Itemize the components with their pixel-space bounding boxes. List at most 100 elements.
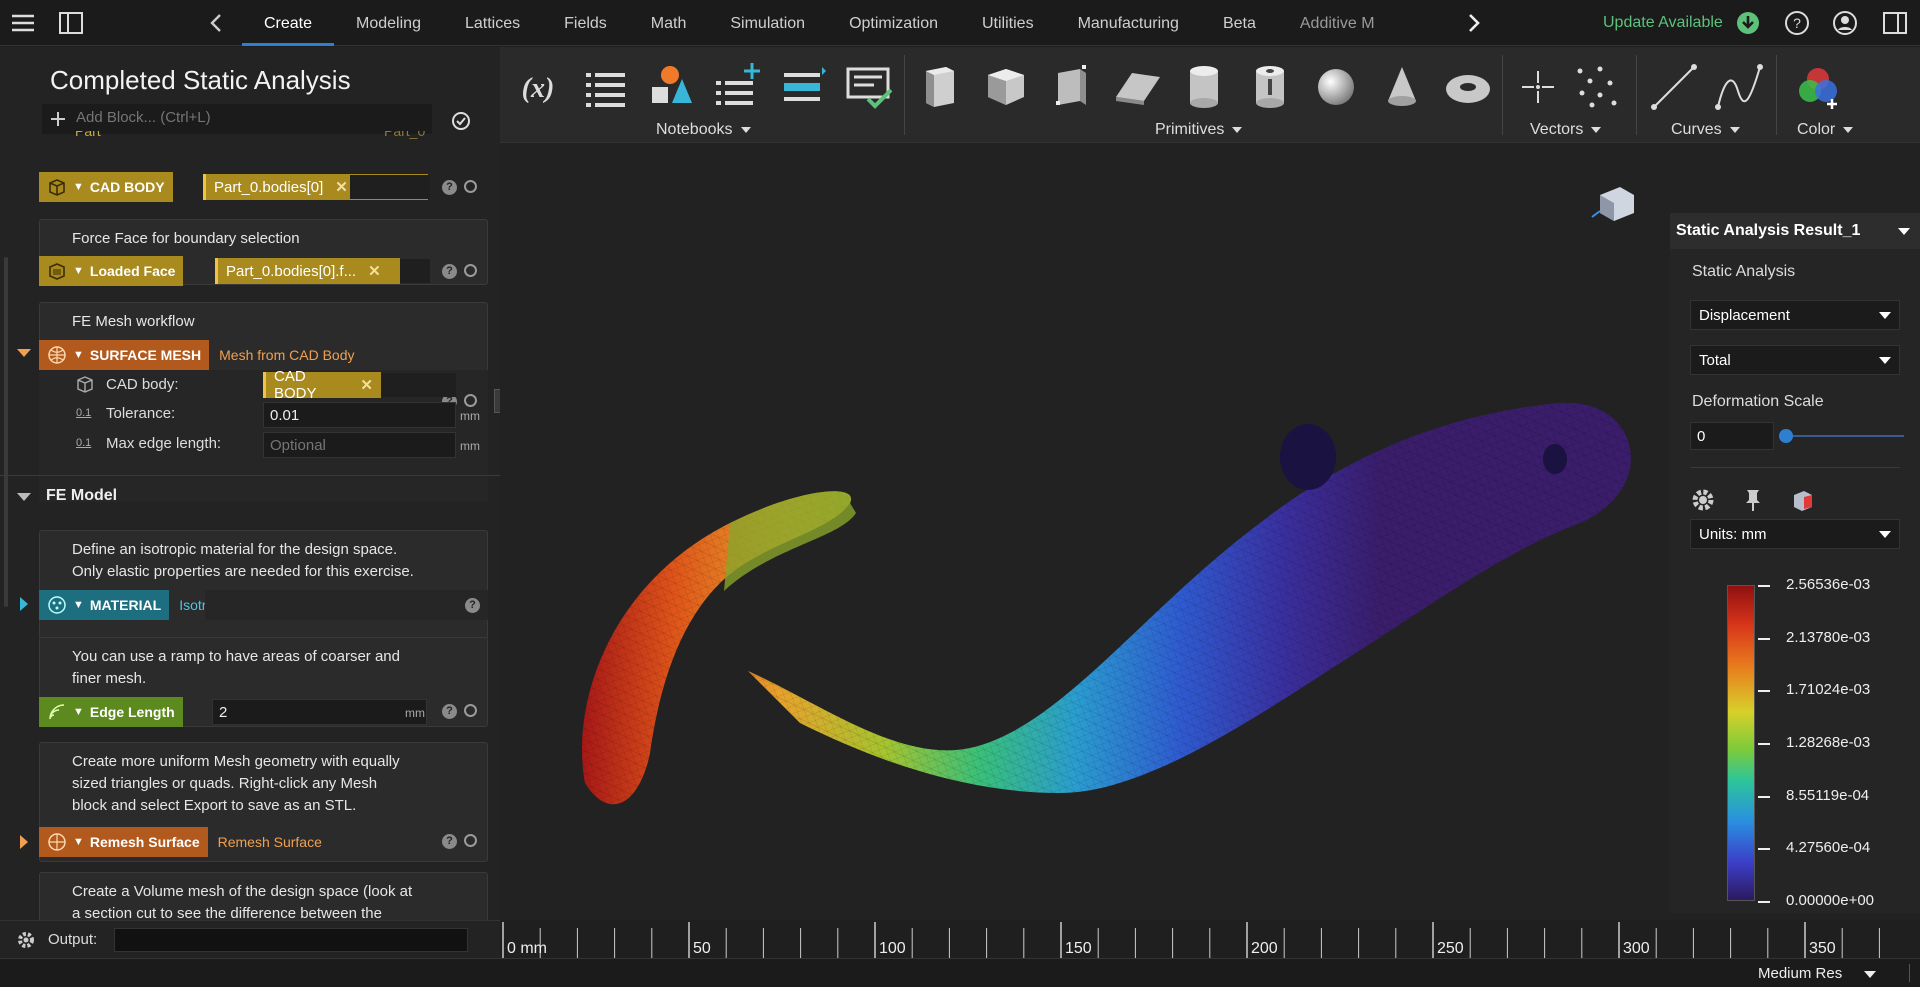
tab-math[interactable]: Math: [629, 0, 709, 46]
add-list-icon[interactable]: [712, 61, 764, 113]
tabs-scroll-left-icon[interactable]: [204, 10, 230, 36]
resolution-select[interactable]: Medium Res: [1758, 965, 1842, 982]
chevron-down-icon[interactable]: ▼: [73, 349, 84, 361]
help-icon[interactable]: ?: [442, 704, 457, 719]
tab-modeling[interactable]: Modeling: [334, 0, 443, 46]
surface-mesh-block[interactable]: ▼ SURFACE MESH Mesh from CAD Body: [39, 340, 355, 370]
color-group-dropdown[interactable]: Color: [1797, 121, 1853, 139]
results-title[interactable]: Static Analysis Result_1: [1676, 222, 1860, 240]
remove-icon[interactable]: ✕: [335, 178, 348, 196]
add-block-field[interactable]: [42, 104, 432, 134]
help-icon[interactable]: ?: [442, 264, 457, 279]
tab-simulation[interactable]: Simulation: [708, 0, 827, 46]
cube-icon[interactable]: [980, 61, 1032, 113]
frame-icon[interactable]: [1046, 61, 1098, 113]
cad-body-input-remainder[interactable]: [350, 175, 430, 199]
point-icon[interactable]: [1512, 61, 1564, 113]
torus-icon[interactable]: [1442, 61, 1494, 113]
output-field[interactable]: [114, 928, 468, 952]
status-ring-icon[interactable]: [464, 704, 477, 717]
cad-body-block[interactable]: ▼ CAD BODY: [39, 172, 173, 202]
status-ring-icon[interactable]: [464, 180, 477, 193]
color-icon[interactable]: [1792, 61, 1844, 113]
help-icon[interactable]: ?: [1784, 10, 1810, 36]
vectors-group-dropdown[interactable]: Vectors: [1530, 121, 1601, 139]
curves-group-dropdown[interactable]: Curves: [1671, 121, 1740, 139]
tab-lattices[interactable]: Lattices: [443, 0, 542, 46]
chevron-down-icon[interactable]: ▼: [73, 599, 84, 611]
surface-mesh-header[interactable]: ▼ SURFACE MESH: [39, 340, 210, 370]
tab-fields[interactable]: Fields: [542, 0, 629, 46]
output-settings-icon[interactable]: [16, 930, 36, 950]
download-icon[interactable]: [1735, 10, 1761, 36]
max-edge-input[interactable]: [263, 432, 456, 458]
material-header[interactable]: ▼ MATERIAL: [39, 590, 170, 620]
panel-toggle-icon[interactable]: [58, 10, 84, 36]
edge-length-block[interactable]: ▼ Edge Length: [39, 697, 183, 727]
help-icon[interactable]: ?: [442, 180, 457, 195]
shapes-icon[interactable]: [646, 61, 698, 113]
edge-length-input[interactable]: [212, 699, 427, 725]
section-cut-icon[interactable]: [1790, 487, 1816, 513]
loaded-face-input-remainder[interactable]: [400, 259, 430, 283]
remove-icon[interactable]: ✕: [368, 262, 381, 280]
loaded-face-block[interactable]: ▼ Loaded Face: [39, 256, 184, 286]
tab-beta[interactable]: Beta: [1201, 0, 1278, 46]
tabs-scroll-right-icon[interactable]: [1460, 10, 1486, 36]
account-icon[interactable]: [1832, 10, 1858, 36]
resize-corner[interactable]: [1890, 964, 1910, 982]
refresh-sync-icon[interactable]: [450, 110, 472, 132]
checked-monitor-icon[interactable]: [844, 61, 896, 113]
results-dropdown-icon[interactable]: [1898, 228, 1910, 235]
remesh-block[interactable]: ▼ Remesh Surface Remesh Surface: [39, 827, 322, 857]
section-collapse-icon[interactable]: [17, 493, 31, 501]
tab-additive[interactable]: Additive M: [1278, 0, 1397, 46]
remove-icon[interactable]: ✕: [360, 376, 373, 394]
line-icon[interactable]: [1648, 61, 1700, 113]
tab-optimization[interactable]: Optimization: [827, 0, 960, 46]
sphere-icon[interactable]: [1310, 61, 1362, 113]
deformation-slider-track[interactable]: [1784, 435, 1904, 437]
field-select[interactable]: Displacement: [1690, 300, 1900, 330]
edge-length-header[interactable]: ▼ Edge Length: [39, 697, 183, 727]
cad-body-input-chip[interactable]: CAD BODY ✕: [263, 368, 381, 402]
status-ring-icon[interactable]: [464, 264, 477, 277]
point-cloud-icon[interactable]: [1570, 61, 1622, 113]
deformation-slider-thumb[interactable]: [1779, 429, 1793, 443]
scrollbar-thumb[interactable]: [4, 257, 8, 607]
polyline-icon[interactable]: [1714, 61, 1766, 113]
tolerance-input[interactable]: [263, 402, 456, 428]
cylinder-icon[interactable]: [1178, 61, 1230, 113]
expand-arrow-icon[interactable]: [20, 835, 28, 849]
expand-arrow-icon[interactable]: [20, 597, 28, 611]
tab-manufacturing[interactable]: Manufacturing: [1056, 0, 1201, 46]
help-icon[interactable]: ?: [442, 834, 457, 849]
add-block-input[interactable]: [76, 109, 416, 126]
status-ring-icon[interactable]: [464, 834, 477, 847]
insert-list-icon[interactable]: [778, 61, 830, 113]
gear-icon[interactable]: [1690, 487, 1716, 513]
tab-create[interactable]: Create: [242, 0, 335, 46]
chevron-down-icon[interactable]: ▼: [73, 181, 84, 193]
view-cube-icon[interactable]: [1590, 183, 1640, 227]
chevron-down-icon[interactable]: ▼: [73, 265, 84, 277]
loaded-face-value-chip[interactable]: Part_0.bodies[0].f... ✕: [215, 258, 400, 284]
variable-icon[interactable]: (x): [512, 61, 564, 113]
pin-icon[interactable]: [1740, 487, 1766, 513]
chevron-down-icon[interactable]: ▼: [73, 836, 84, 848]
chevron-down-icon[interactable]: ▼: [73, 706, 84, 718]
expand-arrow-icon[interactable]: [17, 349, 31, 357]
pipe-icon[interactable]: [1244, 61, 1296, 113]
hamburger-menu-icon[interactable]: [10, 10, 36, 36]
status-ring-icon[interactable]: [464, 394, 477, 407]
fe-model-heading[interactable]: FE Model: [46, 487, 117, 505]
cad-body-header[interactable]: ▼ CAD BODY: [39, 172, 173, 202]
resolution-dropdown-icon[interactable]: [1864, 971, 1876, 978]
help-icon[interactable]: ?: [465, 598, 480, 613]
units-select[interactable]: Units: mm: [1690, 519, 1900, 549]
wedge-icon[interactable]: [1112, 61, 1164, 113]
cone-icon[interactable]: [1376, 61, 1428, 113]
component-select[interactable]: Total: [1690, 345, 1900, 375]
update-available-link[interactable]: Update Available: [1603, 14, 1723, 32]
tab-utilities[interactable]: Utilities: [960, 0, 1056, 46]
